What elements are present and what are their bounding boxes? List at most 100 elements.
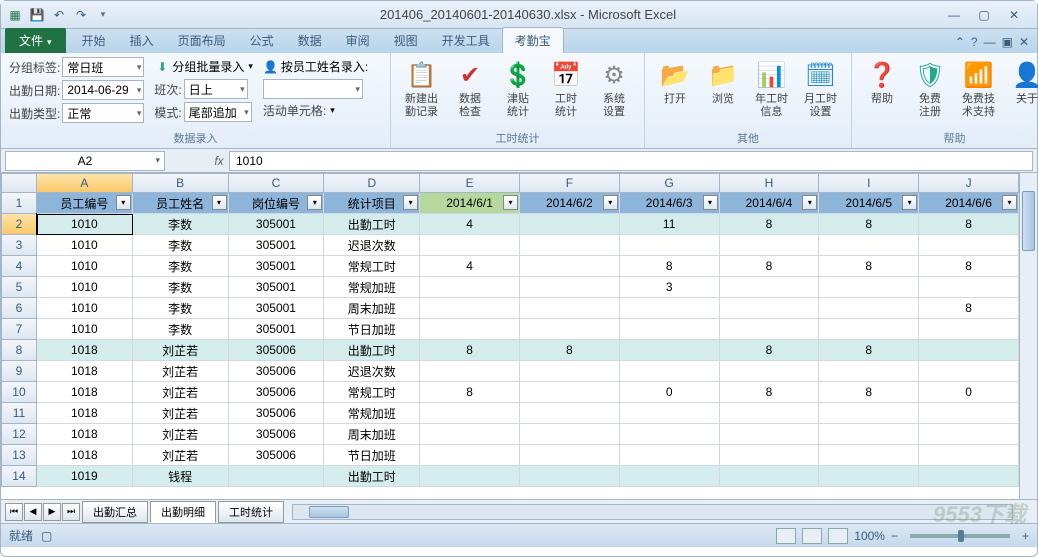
cell[interactable] [620,319,720,340]
cell[interactable]: 305006 [229,403,325,424]
table-header-cell[interactable]: 统计项目▾ [324,193,420,214]
cell[interactable]: 8 [919,256,1019,277]
minimize-button[interactable]: — [943,6,965,24]
cell[interactable]: 常规加班 [324,277,420,298]
sheet-nav-next[interactable]: ▶ [43,503,61,521]
table-header-cell[interactable]: 2014/6/1▾ [420,193,520,214]
cell[interactable]: 节日加班 [324,319,420,340]
cell[interactable]: 常规工时 [324,382,420,403]
cell[interactable]: 李数 [133,298,229,319]
cell[interactable] [819,298,919,319]
row-header-2[interactable]: 2 [1,214,37,235]
cell[interactable]: 305001 [229,298,325,319]
tab-insert[interactable]: 插入 [118,28,166,53]
cell[interactable]: 李数 [133,256,229,277]
batch-entry-button[interactable]: ⬇分组批量录入▾ [154,57,253,76]
cell[interactable]: 刘芷若 [133,445,229,466]
cell[interactable] [520,424,620,445]
cell[interactable]: 出勤工时 [324,466,420,487]
cell[interactable]: 8 [720,382,820,403]
cell[interactable] [520,298,620,319]
row-header-4[interactable]: 4 [1,256,37,277]
cell[interactable] [229,466,325,487]
table-header-cell[interactable]: 员工姓名▾ [133,193,229,214]
cell[interactable] [420,277,520,298]
save-icon[interactable]: 💾 [27,5,47,25]
filter-button[interactable]: ▾ [603,195,618,210]
cell[interactable]: 1010 [37,235,133,256]
cell[interactable]: 1010 [37,319,133,340]
col-header-E[interactable]: E [420,173,520,193]
col-header-I[interactable]: I [819,173,919,193]
filter-button[interactable]: ▾ [703,195,718,210]
cell[interactable] [620,361,720,382]
cell[interactable]: 8 [819,214,919,235]
row-header-9[interactable]: 9 [1,361,37,382]
year-hours-button[interactable]: 📊年工时 信息 [749,57,794,121]
cell[interactable] [520,445,620,466]
cell[interactable] [420,319,520,340]
tab-review[interactable]: 审阅 [334,28,382,53]
cell[interactable]: 11 [620,214,720,235]
attend-type-combo[interactable]: 正常 [62,103,144,123]
row-header-5[interactable]: 5 [1,277,37,298]
empty-combo[interactable] [263,79,363,99]
cell[interactable] [720,445,820,466]
cell[interactable]: 常规加班 [324,403,420,424]
cell[interactable]: 1019 [37,466,133,487]
cell[interactable]: 305006 [229,340,325,361]
tab-formula[interactable]: 公式 [238,28,286,53]
cell[interactable] [919,403,1019,424]
doc-restore-icon[interactable]: ▣ [1002,35,1013,49]
scroll-thumb[interactable] [1022,191,1035,251]
cell[interactable] [819,277,919,298]
tab-view[interactable]: 视图 [382,28,430,53]
group-label-combo[interactable]: 常日班 [62,57,144,77]
col-header-F[interactable]: F [520,173,620,193]
cell[interactable]: 305001 [229,256,325,277]
cell[interactable]: 305006 [229,382,325,403]
open-button[interactable]: 📂打开 [653,57,697,108]
horizontal-scrollbar[interactable] [292,504,1013,520]
cell[interactable]: 1018 [37,361,133,382]
filter-button[interactable]: ▾ [116,195,131,210]
cell[interactable] [520,361,620,382]
cell[interactable] [720,403,820,424]
cell[interactable]: 李数 [133,319,229,340]
row-header-8[interactable]: 8 [1,340,37,361]
fx-button[interactable]: fx [209,154,229,168]
view-pagebreak-button[interactable] [828,528,848,544]
cell[interactable] [520,256,620,277]
cell[interactable]: 0 [919,382,1019,403]
cell[interactable] [919,235,1019,256]
row-header-13[interactable]: 13 [1,445,37,466]
cell[interactable]: 刘芷若 [133,382,229,403]
cell[interactable]: 305001 [229,214,325,235]
cell[interactable]: 8 [620,256,720,277]
sys-settings-button[interactable]: ⚙系统 设置 [592,57,636,121]
view-normal-button[interactable] [776,528,796,544]
help-icon[interactable]: ? [971,35,978,49]
cell[interactable] [620,403,720,424]
row-header-11[interactable]: 11 [1,403,37,424]
tab-layout[interactable]: 页面布局 [166,28,238,53]
cell[interactable] [620,235,720,256]
view-layout-button[interactable] [802,528,822,544]
cell[interactable] [420,403,520,424]
data-check-button[interactable]: ✔数据 检查 [448,57,492,121]
doc-close-icon[interactable]: ✕ [1019,35,1029,49]
filter-button[interactable]: ▾ [307,195,322,210]
cell[interactable]: 钱程 [133,466,229,487]
cell[interactable]: 1010 [37,298,133,319]
new-record-button[interactable]: 📋新建出 勤记录 [399,57,444,121]
cell[interactable]: 8 [819,256,919,277]
close-button[interactable]: ✕ [1003,6,1025,24]
cell[interactable] [420,361,520,382]
hscroll-thumb[interactable] [309,506,349,518]
sheet-nav-last[interactable]: ⏭ [62,503,80,521]
cell[interactable]: 305006 [229,424,325,445]
col-header-G[interactable]: G [620,173,720,193]
row-header-14[interactable]: 14 [1,466,37,487]
cell[interactable] [919,466,1019,487]
file-tab[interactable]: 文件 [5,28,66,53]
